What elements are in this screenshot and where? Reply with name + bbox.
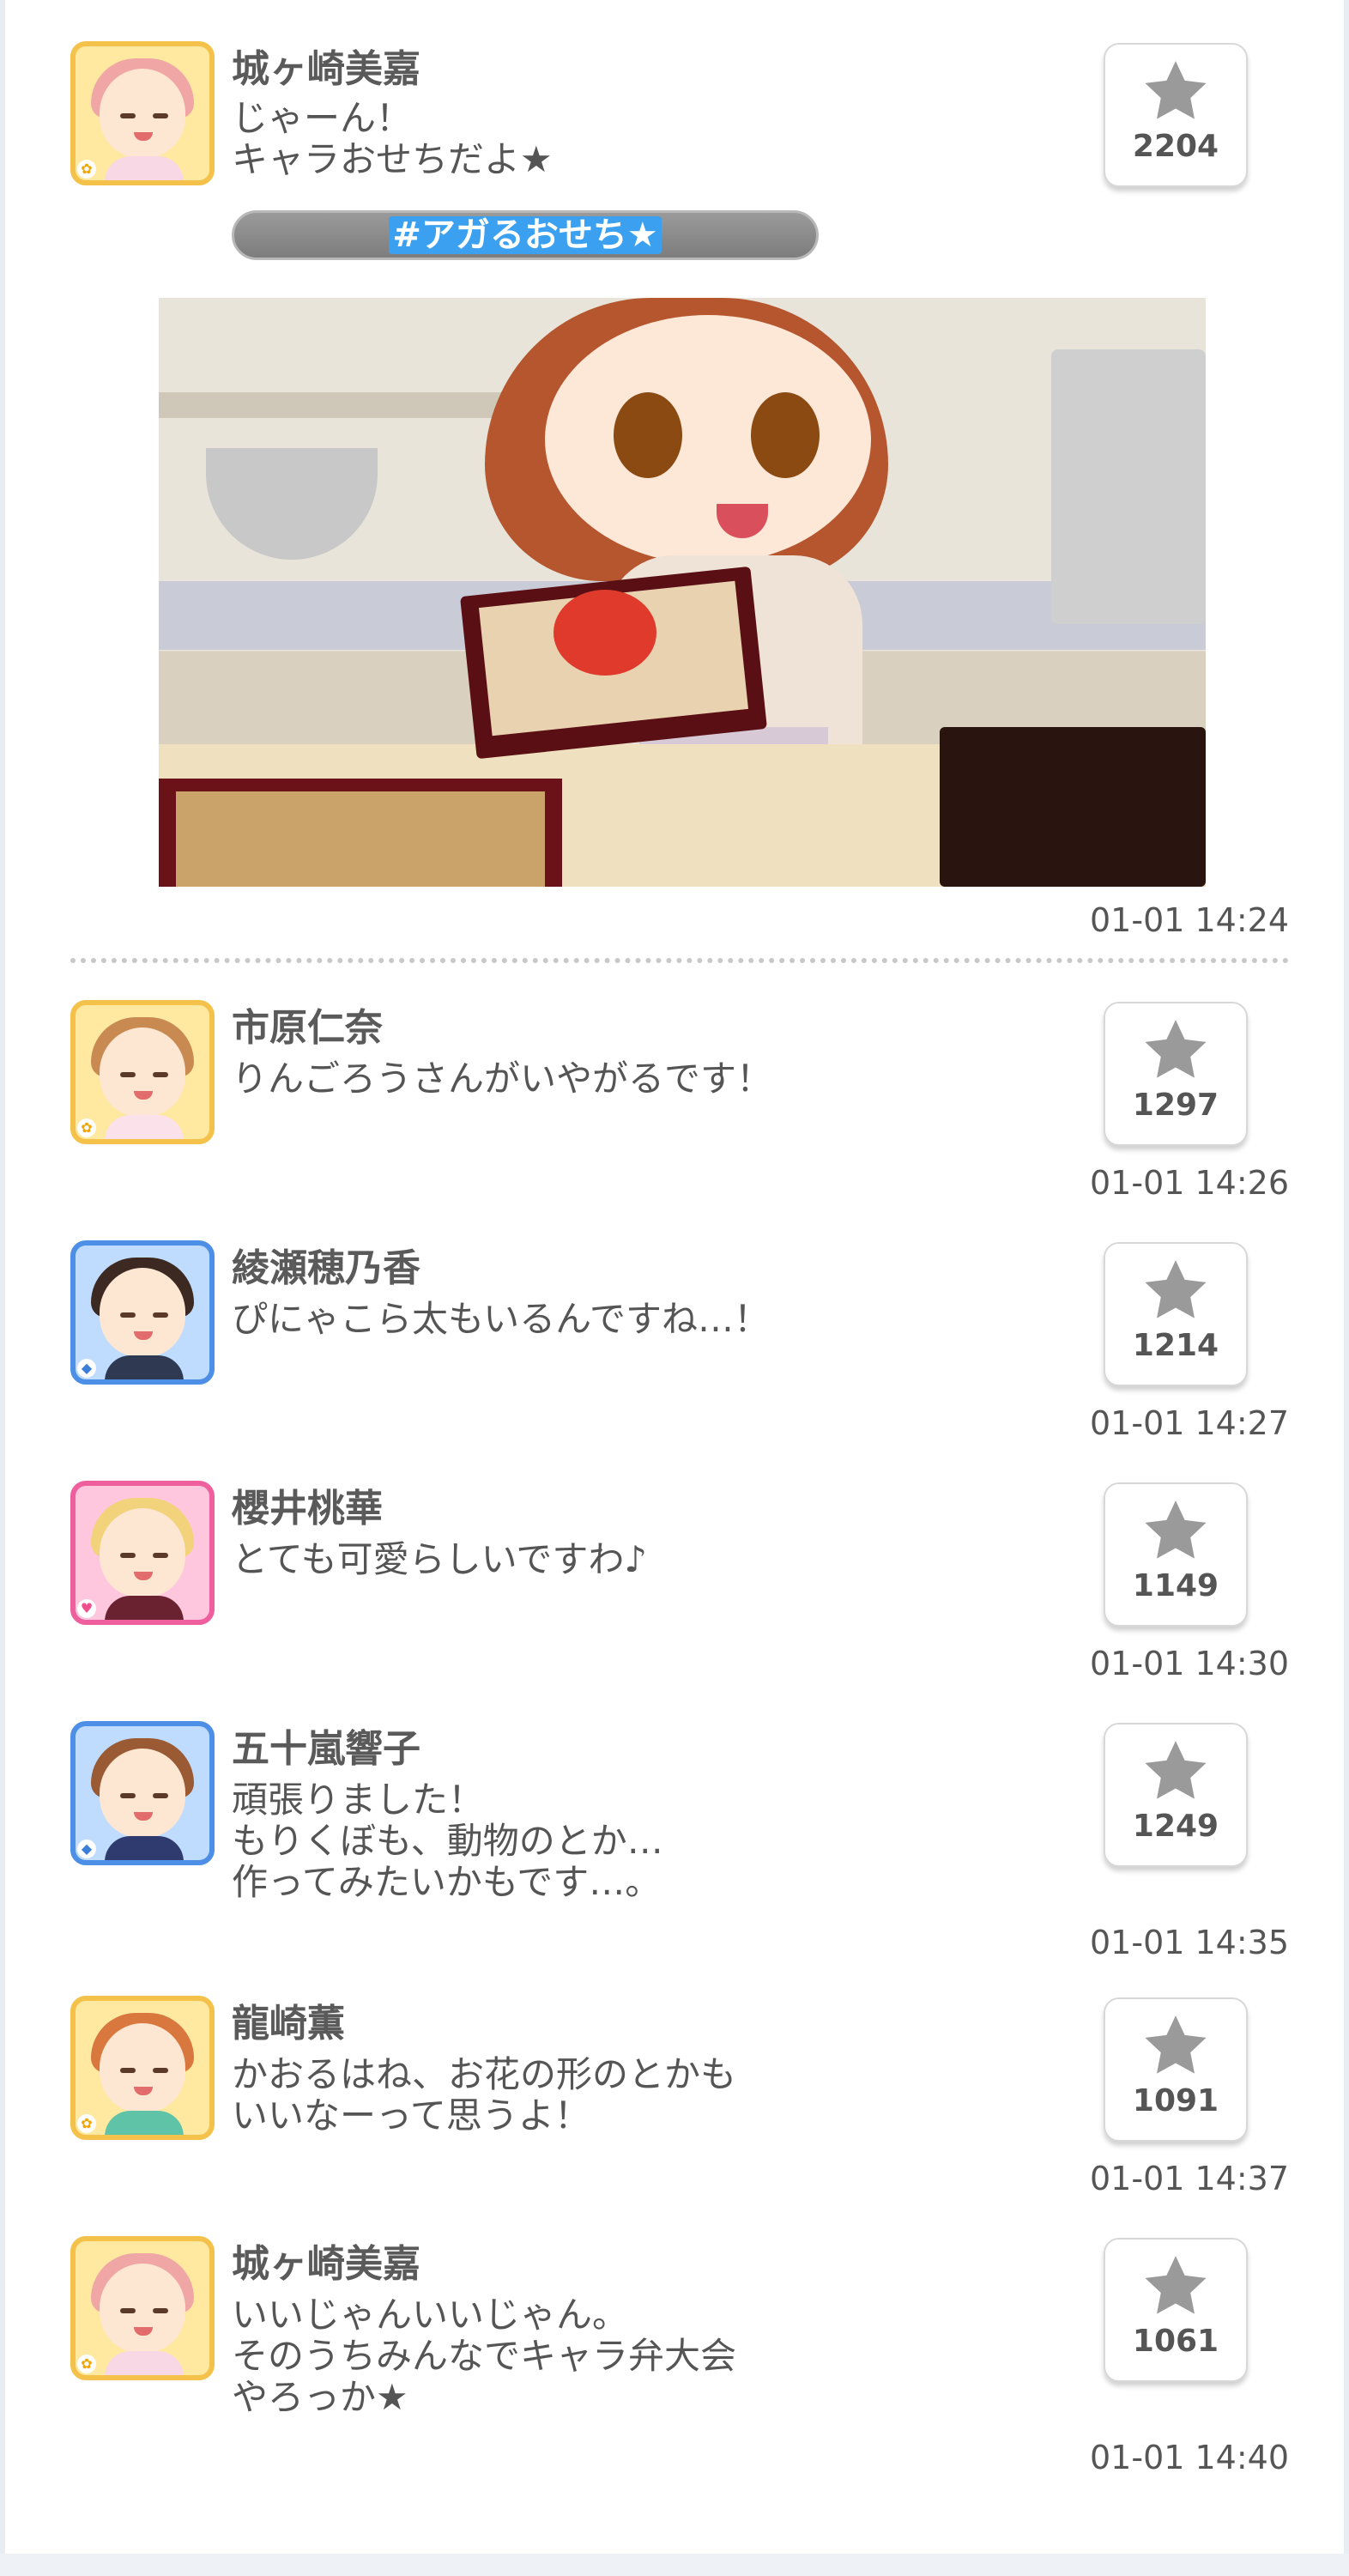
flower-icon: ✿: [77, 1118, 96, 1137]
like-button[interactable]: 1249: [1104, 1723, 1248, 1867]
avatar-body: [105, 1355, 184, 1379]
avatar-face: [100, 1268, 185, 1357]
post-message: 頑張りました！ もりくぼも、動物のとか… 作ってみたいかもです…。: [232, 1779, 663, 1903]
post-message: かおるはね、お花の形のとかも いいなーって思うよ！: [232, 2053, 737, 2137]
star-icon: [1145, 1260, 1207, 1318]
avatar-eye: [153, 2068, 168, 2073]
like-count: 1249: [1132, 1809, 1219, 1844]
post-time: 01-01 14:37: [1090, 2160, 1290, 2197]
avatar-eye: [153, 1553, 168, 1558]
post-message: ぴにゃこら太もいるんですね…！: [232, 1298, 771, 1340]
flower-icon: ✿: [77, 160, 96, 179]
avatar[interactable]: ✿: [70, 2236, 215, 2380]
post-time: 01-01 14:24: [1090, 901, 1290, 939]
avatar-eye: [120, 1312, 136, 1318]
right-edge: [1344, 0, 1349, 2576]
avatar-face: [100, 2264, 185, 2353]
star-icon: [1145, 1741, 1207, 1799]
diamond-icon: ◆: [77, 1359, 96, 1378]
like-button[interactable]: 2204: [1104, 43, 1248, 187]
character-face: [545, 315, 871, 564]
avatar[interactable]: ♥: [70, 1481, 215, 1625]
like-count: 2204: [1132, 129, 1219, 164]
avatar-eye: [120, 1793, 136, 1798]
star-icon: [1145, 61, 1207, 119]
avatar-body: [105, 2351, 184, 2375]
flower-icon: ✿: [77, 2355, 96, 2373]
avatar-face: [100, 1749, 185, 1838]
star-icon: [1145, 2256, 1207, 2314]
avatar-body: [105, 156, 184, 180]
star-icon: [1145, 2015, 1207, 2074]
avatar[interactable]: ◆: [70, 1240, 215, 1385]
post-time: 01-01 14:35: [1090, 1924, 1290, 1961]
post-time: 01-01 14:40: [1090, 2439, 1290, 2476]
avatar-eye: [120, 113, 136, 118]
poster-name: 綾瀬穂乃香: [232, 1246, 420, 1290]
post-time: 01-01 14:30: [1090, 1645, 1290, 1682]
avatar[interactable]: ✿: [70, 1000, 215, 1144]
post-message: じゃーん！ キャラおせちだよ★: [232, 97, 553, 180]
star-icon: [1145, 1020, 1207, 1078]
avatar-face: [100, 1508, 185, 1597]
star-icon: [1145, 1500, 1207, 1559]
poster-name: 龍崎薫: [232, 2002, 345, 2046]
poster-name: 市原仁奈: [232, 1006, 383, 1050]
like-button[interactable]: 1149: [1104, 1482, 1248, 1627]
lacquer-box: [940, 727, 1206, 887]
like-count: 1297: [1132, 1088, 1219, 1123]
left-edge: [0, 0, 5, 2576]
avatar-eye: [120, 1072, 136, 1077]
avatar-face: [100, 69, 185, 158]
avatar-eye: [153, 1793, 168, 1798]
post-message: りんごろうさんがいやがるです！: [232, 1058, 773, 1100]
like-button[interactable]: 1061: [1104, 2238, 1248, 2382]
character-eye: [751, 392, 820, 478]
post-message: いいじゃんいいじゃん。 そのうちみんなでキャラ弁大会 やろっか★: [232, 2294, 737, 2418]
avatar-body: [105, 1836, 184, 1860]
post-image[interactable]: [159, 298, 1206, 887]
poster-name: 櫻井桃華: [232, 1487, 383, 1530]
character-eye: [614, 392, 682, 478]
poster-name: 五十嵐響子: [232, 1727, 420, 1771]
appliance: [1051, 349, 1206, 624]
like-button[interactable]: 1091: [1104, 1997, 1248, 2142]
avatar-body: [105, 1115, 184, 1139]
avatar-eye: [120, 2068, 136, 2073]
bottom-edge: [0, 2554, 1349, 2576]
post-message: とても可愛らしいですわ♪: [232, 1538, 648, 1580]
poster-name: 城ヶ崎美嘉: [232, 47, 420, 91]
like-count: 1149: [1132, 1568, 1219, 1603]
like-button[interactable]: 1297: [1104, 1002, 1248, 1146]
avatar-eye: [153, 113, 168, 118]
like-count: 1091: [1132, 2083, 1219, 2118]
avatar-eye: [120, 1553, 136, 1558]
flower-icon: ✿: [77, 2114, 96, 2133]
apple-character: [554, 590, 656, 676]
hashtag-label: #アガるおせち★: [389, 216, 662, 254]
like-button[interactable]: 1214: [1104, 1242, 1248, 1386]
post-time: 01-01 14:27: [1090, 1404, 1290, 1442]
avatar-eye: [153, 1312, 168, 1318]
avatar-eye: [153, 2308, 168, 2313]
diamond-icon: ◆: [77, 1840, 96, 1858]
avatar-body: [105, 1596, 184, 1620]
like-count: 1061: [1132, 2324, 1219, 2359]
like-count: 1214: [1132, 1328, 1219, 1363]
avatar-eye: [120, 2308, 136, 2313]
hashtag-button[interactable]: #アガるおせち★: [232, 210, 819, 260]
heart-icon: ♥: [77, 1599, 96, 1618]
avatar-eye: [153, 1072, 168, 1077]
divider: [70, 958, 1289, 963]
osechi-contents-front: [176, 791, 545, 887]
avatar-face: [100, 2023, 185, 2112]
bowl: [206, 448, 378, 560]
poster-name: 城ヶ崎美嘉: [232, 2242, 420, 2286]
post-time: 01-01 14:26: [1090, 1164, 1290, 1202]
avatar-body: [105, 2111, 184, 2135]
avatar[interactable]: ◆: [70, 1721, 215, 1865]
avatar[interactable]: ✿: [70, 1996, 215, 2140]
avatar-face: [100, 1027, 185, 1117]
avatar[interactable]: ✿: [70, 41, 215, 185]
